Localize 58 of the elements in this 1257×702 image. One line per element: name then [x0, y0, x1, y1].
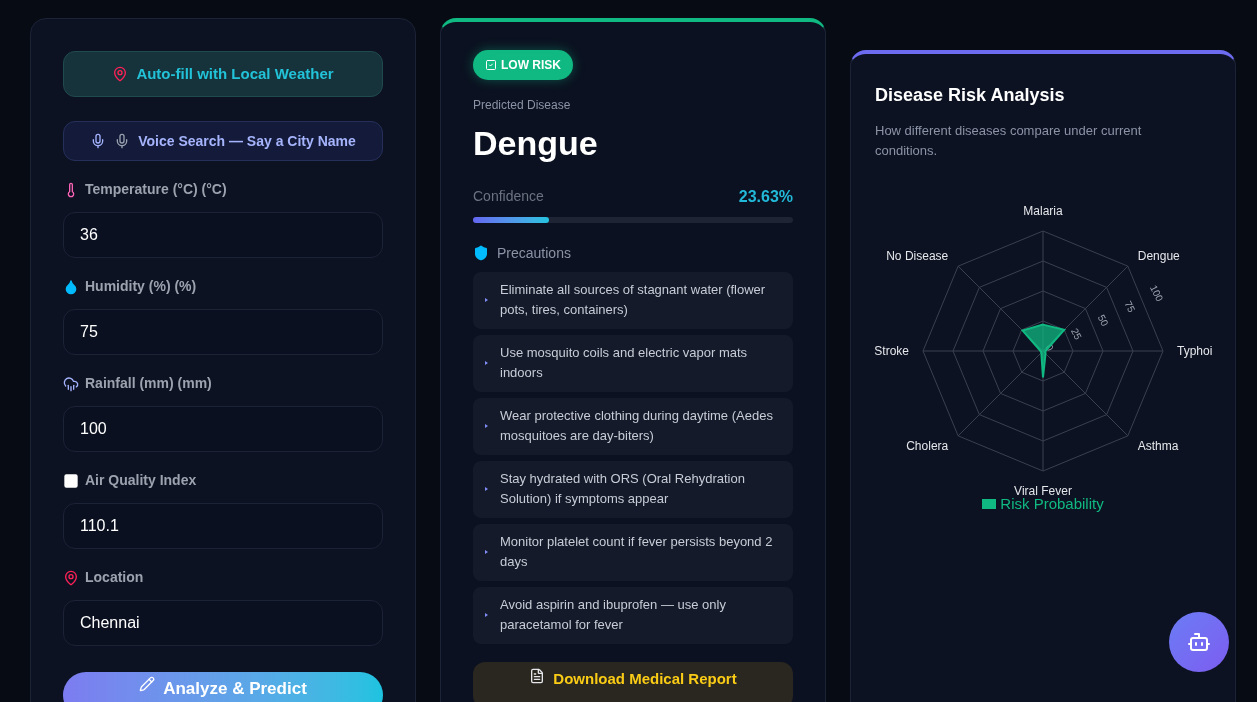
axis-label: Stroke: [873, 344, 909, 358]
analysis-title: Disease Risk Analysis: [875, 84, 1066, 107]
pin-icon: [63, 569, 79, 586]
axis-label: Asthma: [1137, 438, 1178, 453]
input-field[interactable]: 100: [63, 406, 383, 452]
bullet-icon: [485, 424, 488, 428]
legend-label: Risk Probability: [1000, 495, 1104, 514]
field-label: Temperature (°C) (°C): [85, 180, 227, 199]
bullet-icon: [485, 487, 488, 491]
axis-label: Dengue: [1137, 249, 1180, 264]
tick-label: 100: [1147, 283, 1165, 304]
robot-icon: [1187, 630, 1211, 654]
prediction-caption: Predicted Disease: [473, 97, 572, 114]
pencil-icon: [139, 676, 156, 692]
chatbot-button[interactable]: [1169, 612, 1229, 672]
autofill-button[interactable]: Auto-fill with Local Weather: [63, 51, 383, 97]
risk-area: [1020, 323, 1066, 379]
voice-search-button[interactable]: Voice Search — Say a City Name: [63, 121, 383, 161]
field-label: Rainfall (mm) (mm): [85, 374, 212, 393]
bullet-icon: [485, 550, 488, 554]
rain-cloud-icon: [63, 375, 79, 392]
bullet-icon: [485, 298, 488, 302]
field-label: Location: [85, 568, 144, 587]
precaution-text: Wear protective clothing during daytime (Aedes mosquitoes are day-biters): [500, 407, 774, 445]
square-icon: [63, 472, 79, 489]
droplet-icon: [63, 278, 79, 295]
tick-label: 50: [1095, 312, 1111, 328]
input-field[interactable]: 36: [63, 212, 383, 258]
shield-icon: [473, 245, 489, 261]
precaution-text: Eliminate all sources of stagnant water (flower pots, tires, containers): [500, 281, 767, 319]
disease-name: Dengue: [473, 123, 599, 164]
document-icon: [529, 667, 546, 684]
axis-label: Typhoi: [1176, 344, 1212, 358]
precaution-text: Stay hydrated with ORS (Oral Rehydration Solution) if symptoms appear: [500, 470, 746, 508]
precaution-text: Use mosquito coils and electric vapor mats indoors: [500, 344, 749, 382]
download-button[interactable]: Download Medical Report: [473, 661, 793, 702]
axis-label: No Disease: [885, 249, 948, 264]
tick-label: 25: [1068, 326, 1084, 342]
analysis-subtitle: How different diseases compare under current conditions.: [875, 122, 1143, 160]
field-label: Air Quality Index: [85, 471, 197, 490]
bullet-icon: [485, 361, 488, 365]
confidence-label: Confidence: [473, 187, 544, 206]
precaution-text: Avoid aspirin and ibuprofen — use only paracetamol for fever: [500, 596, 727, 634]
input-field[interactable]: 110.1: [63, 503, 383, 549]
bullet-icon: [485, 613, 488, 617]
check-icon: [485, 59, 497, 71]
pin-icon: [112, 66, 129, 82]
tick-label: 75: [1121, 299, 1137, 315]
input-field[interactable]: 75: [63, 309, 383, 355]
precautions-title: Precautions: [497, 243, 571, 263]
precaution-text: Monitor platelet count if fever persists beyond 2 days: [500, 533, 774, 571]
risk-badge: LOW RISK: [473, 50, 573, 80]
input-field[interactable]: Chennai: [63, 600, 383, 646]
field-label: Humidity (%) (%): [85, 277, 197, 296]
axis-label: Malaria: [1022, 204, 1063, 218]
axis-label: Viral Fever: [1013, 484, 1072, 498]
confidence-value: 23.63%: [738, 186, 793, 207]
axis-label: Cholera: [905, 438, 948, 453]
